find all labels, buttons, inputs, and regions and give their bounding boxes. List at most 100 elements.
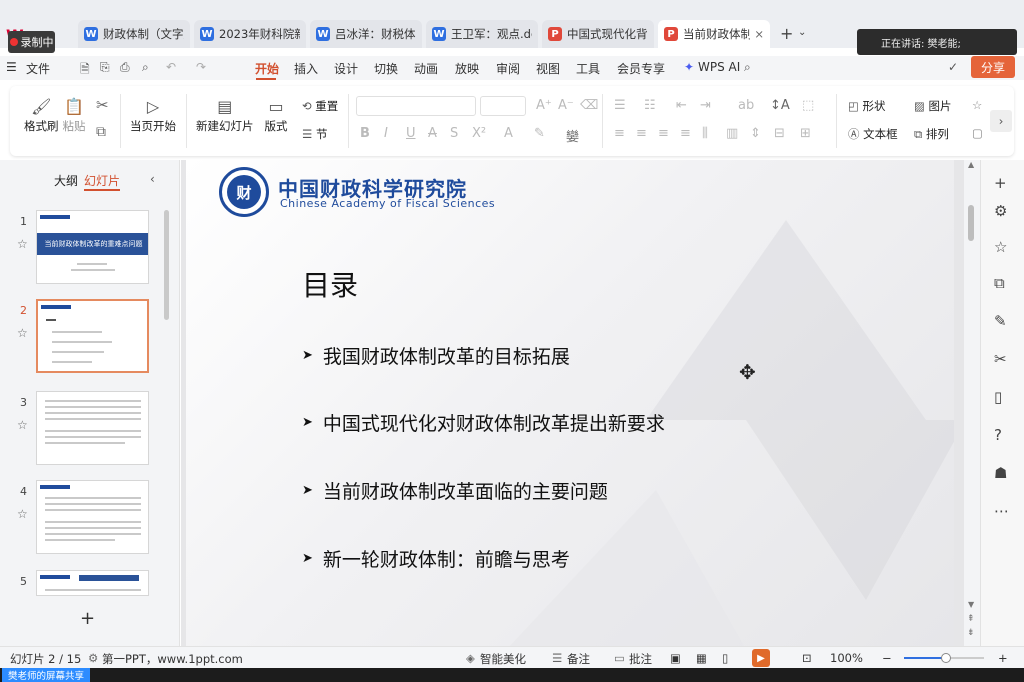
slide-thumbnail[interactable] xyxy=(36,391,149,465)
section-button[interactable]: ☰ 节 xyxy=(302,126,327,142)
slide-sorter-icon[interactable]: ▦ xyxy=(696,651,707,665)
save-icon[interactable]: 🗎 xyxy=(80,60,90,81)
zoom-slider[interactable] xyxy=(904,653,984,663)
slide[interactable]: 财 中国财政科学研究院 Chinese Academy of Fiscal Sc… xyxy=(186,160,954,646)
star-icon[interactable]: ☆ xyxy=(994,238,1007,256)
skin-shirt-icon[interactable]: ☗ xyxy=(994,464,1007,482)
slide-thumbnail[interactable] xyxy=(36,480,149,554)
zoom-slider-knob[interactable] xyxy=(940,653,951,663)
search-icon[interactable]: ⌕ xyxy=(744,60,751,75)
menu-wps-ai[interactable]: WPS AI xyxy=(698,60,740,74)
font-family-select[interactable] xyxy=(356,96,476,116)
next-slide-icon[interactable]: ⇟ xyxy=(967,628,975,638)
font-color-icon[interactable]: A xyxy=(504,126,513,141)
print-icon[interactable]: ⎙ xyxy=(120,60,130,75)
close-tab-icon[interactable]: × xyxy=(754,27,764,41)
font-shrink-icon[interactable]: A⁻ xyxy=(558,98,574,113)
picture-button[interactable]: ▨ 图片 xyxy=(914,98,952,114)
slide-thumbnail[interactable]: 当前财政体制改革的重难点问题 xyxy=(36,210,149,284)
book-icon[interactable]: ▯ xyxy=(994,388,1002,406)
share-button[interactable]: 分享 xyxy=(971,56,1015,78)
normal-view-icon[interactable]: ▣ xyxy=(670,651,681,665)
more-tools-icon[interactable]: ☆ xyxy=(972,98,982,112)
vertical-align-icon[interactable]: ⊟ xyxy=(774,126,785,141)
toc-item[interactable]: ➤ 新一轮财政体制：前瞻与思考 xyxy=(302,545,570,572)
menu-home[interactable]: 开始 xyxy=(255,60,279,77)
menu-slideshow[interactable]: 放映 xyxy=(455,60,479,77)
export-pdf-icon[interactable]: ⎘ xyxy=(100,60,110,75)
menu-animation[interactable]: 动画 xyxy=(414,60,438,77)
cut-icon[interactable]: ✂ xyxy=(96,96,109,114)
copy-icon[interactable]: ⧉ xyxy=(96,124,106,140)
animation-icon[interactable]: ✎ xyxy=(994,312,1007,330)
clear-format-icon[interactable]: ⌫ xyxy=(580,98,598,113)
help-icon[interactable]: ? xyxy=(994,426,1002,444)
slide-thumbnail-selected[interactable] xyxy=(36,299,149,373)
scroll-up-icon[interactable]: ▲ xyxy=(968,160,974,169)
add-icon[interactable]: + xyxy=(994,174,1007,192)
chevron-down-icon[interactable]: ⌄ xyxy=(798,27,806,38)
zoom-out-icon[interactable]: − xyxy=(882,651,892,665)
menu-view[interactable]: 视图 xyxy=(536,60,560,77)
columns-icon[interactable]: ▥ xyxy=(726,126,738,141)
highlight-icon[interactable]: ✎ xyxy=(534,126,545,141)
distribute-icon[interactable]: ⫼ xyxy=(702,126,708,141)
superscript-icon[interactable]: X² xyxy=(472,126,486,141)
hamburger-menu-icon[interactable]: ☰ xyxy=(6,60,17,74)
menu-design[interactable]: 设计 xyxy=(334,60,358,77)
slide-thumbnail[interactable] xyxy=(36,570,149,596)
italic-icon[interactable]: I xyxy=(384,126,388,141)
menu-member[interactable]: 会员专享 xyxy=(617,60,665,77)
paste-button[interactable]: 📋 粘贴 xyxy=(62,94,86,134)
collapse-panel-icon[interactable]: ‹ xyxy=(150,172,155,186)
menu-file[interactable]: 文件 xyxy=(26,60,50,77)
theme-name[interactable]: 第一PPT，www.1ppt.com xyxy=(102,651,243,667)
undo-icon[interactable]: ↶ xyxy=(166,60,176,74)
arrange-button[interactable]: ⧉ 排列 xyxy=(914,126,949,142)
more-tools-icon[interactable]: ▢ xyxy=(972,126,983,140)
start-from-current-button[interactable]: ▷ 当页开始 xyxy=(130,94,176,134)
comments-button[interactable]: 批注 xyxy=(629,651,652,667)
align-left-icon[interactable]: ≡ xyxy=(614,126,625,141)
text-box-align-icon[interactable]: ⊞ xyxy=(800,126,811,141)
indent-icon[interactable]: ⇥ xyxy=(700,98,711,113)
bold-icon[interactable]: B xyxy=(360,126,370,141)
scrollbar-thumb[interactable] xyxy=(968,205,974,241)
redo-icon[interactable]: ↷ xyxy=(196,60,206,74)
zoom-level[interactable]: 100% xyxy=(830,651,863,665)
beautify-button[interactable]: 智能美化 xyxy=(480,651,526,667)
add-slide-button[interactable]: + xyxy=(80,608,95,629)
menu-insert[interactable]: 插入 xyxy=(294,60,318,77)
menu-transition[interactable]: 切换 xyxy=(374,60,398,77)
new-slide-button[interactable]: ▤ 新建幻灯片 xyxy=(196,94,254,134)
underline-icon[interactable]: U xyxy=(406,126,416,141)
more-icon[interactable]: ⋯ xyxy=(994,502,1009,520)
justify-icon[interactable]: ≡ xyxy=(680,126,691,141)
prev-slide-icon[interactable]: ⇞ xyxy=(967,614,975,624)
bullet-list-icon[interactable]: ☰ xyxy=(614,98,626,113)
doc-tab[interactable]: P 中国式现代化背景 xyxy=(542,20,654,48)
outline-tab[interactable]: 大纲 xyxy=(54,172,78,189)
outdent-icon[interactable]: ⇤ xyxy=(676,98,687,113)
text-direction-icon[interactable]: ab xyxy=(738,98,754,113)
tools-icon[interactable]: ✂ xyxy=(994,350,1007,368)
properties-sliders-icon[interactable]: ⚙ xyxy=(994,202,1007,220)
shape-button[interactable]: ◰ 形状 xyxy=(848,98,886,114)
star-icon[interactable]: ☆ xyxy=(17,326,28,340)
star-icon[interactable]: ☆ xyxy=(17,237,28,251)
doc-tab[interactable]: W 财政体制（文字版 xyxy=(78,20,190,48)
toc-item[interactable]: ➤ 当前财政体制改革面临的主要问题 xyxy=(302,477,608,504)
textbox-button[interactable]: Ⓐ 文本框 xyxy=(848,126,898,142)
notes-button[interactable]: 备注 xyxy=(567,651,590,667)
play-slideshow-button[interactable]: ▶ xyxy=(752,649,770,667)
para-spacing-icon[interactable]: ⇕ xyxy=(750,126,761,141)
slides-tab[interactable]: 幻灯片 xyxy=(84,172,121,191)
doc-tab-active[interactable]: P 当前财政体制改 × xyxy=(658,20,770,48)
format-painter-button[interactable]: 🖌 格式刷 xyxy=(24,94,59,134)
numbered-list-icon[interactable]: ☷ xyxy=(644,98,656,113)
panel-scrollbar[interactable] xyxy=(164,210,169,320)
layout-button[interactable]: ▭ 版式 xyxy=(264,94,288,134)
fit-window-icon[interactable]: ⊡ xyxy=(802,651,812,665)
scroll-down-icon[interactable]: ▼ xyxy=(968,600,974,609)
sync-status-icon[interactable]: ✓ xyxy=(948,60,958,74)
